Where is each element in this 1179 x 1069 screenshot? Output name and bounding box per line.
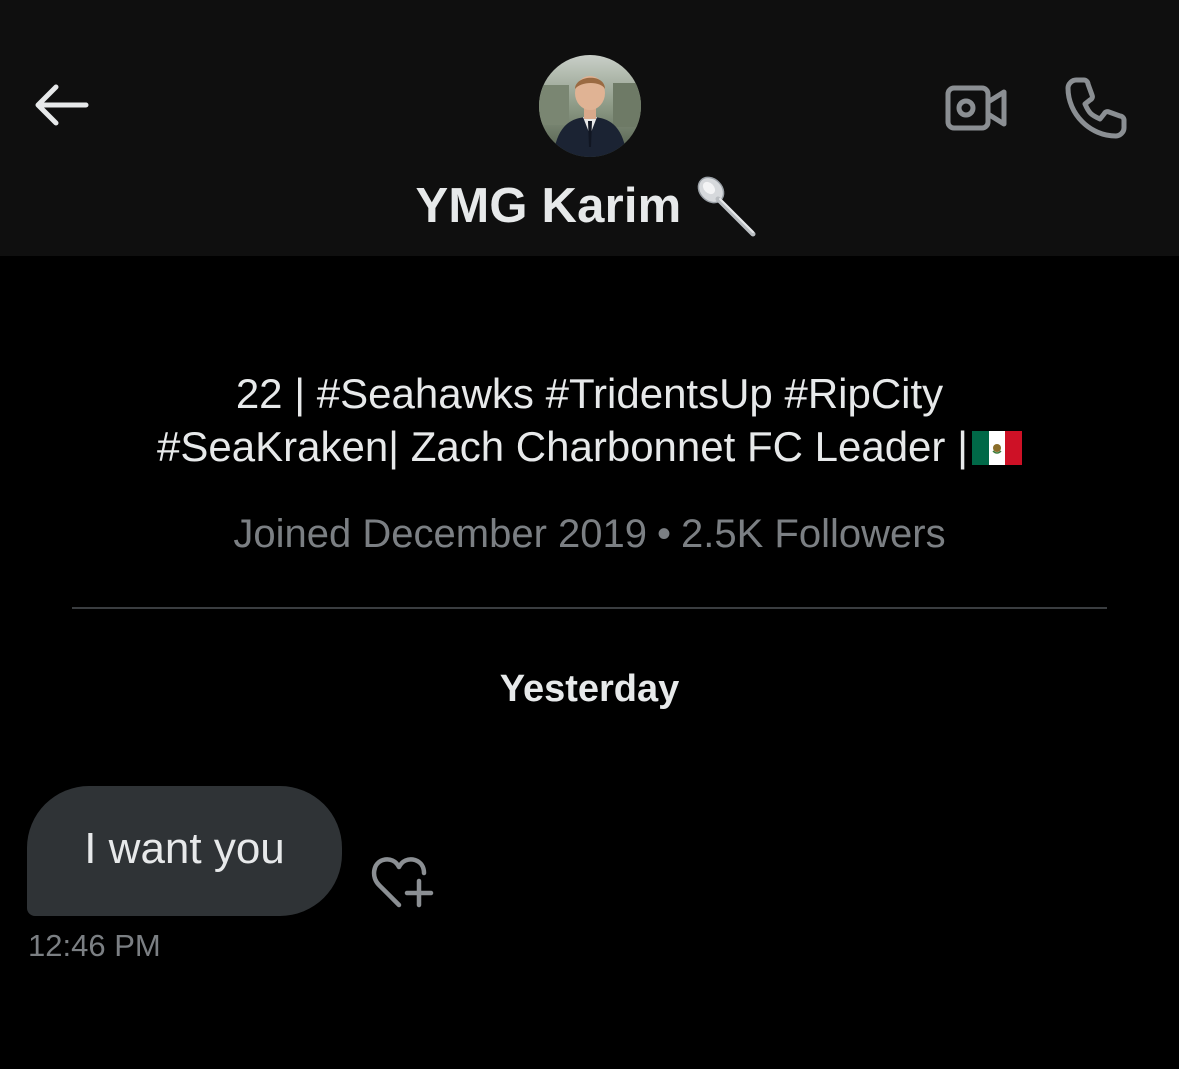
message-text: I want you <box>84 824 285 873</box>
title-row: YMG Karim <box>0 170 1179 242</box>
message-timestamp: 12:46 PM <box>28 928 161 963</box>
add-reaction-heart-icon <box>371 857 434 908</box>
bio-line-2-wrapper: #SeaKraken| Zach Charbonnet FC Leader | <box>60 420 1119 473</box>
conversation-header: YMG Karim <box>0 0 1179 256</box>
phone-icon <box>1065 77 1127 139</box>
date-separator: Yesterday <box>499 668 680 710</box>
bio-line-2: #SeaKraken| Zach Charbonnet FC Leader | <box>157 423 968 470</box>
joined-date: Joined December 2019 <box>233 512 647 556</box>
video-call-button[interactable] <box>938 70 1014 146</box>
arrow-left-icon <box>35 84 89 126</box>
profile-photo <box>539 55 641 157</box>
avatar[interactable] <box>539 55 641 157</box>
bio-line-1: 22 | #Seahawks #TridentsUp #RipCity <box>235 370 944 417</box>
message-bubble[interactable]: I want you <box>27 786 342 916</box>
add-reaction-button[interactable] <box>366 850 438 914</box>
profile-bio: 22 | #Seahawks #TridentsUp #RipCity #Sea… <box>60 367 1119 473</box>
mexico-flag-icon <box>971 431 1022 465</box>
voice-call-button[interactable] <box>1056 68 1136 148</box>
followers-count[interactable]: 2.5K Followers <box>681 512 946 556</box>
profile-meta: Joined December 2019 • 2.5K Followers <box>0 512 1179 557</box>
conversation-title[interactable]: YMG Karim <box>416 178 682 234</box>
spoon-icon <box>698 176 756 237</box>
video-camera-icon <box>945 85 1007 131</box>
meta-separator: • <box>657 512 672 556</box>
back-button[interactable] <box>28 72 94 138</box>
section-divider <box>72 607 1107 609</box>
